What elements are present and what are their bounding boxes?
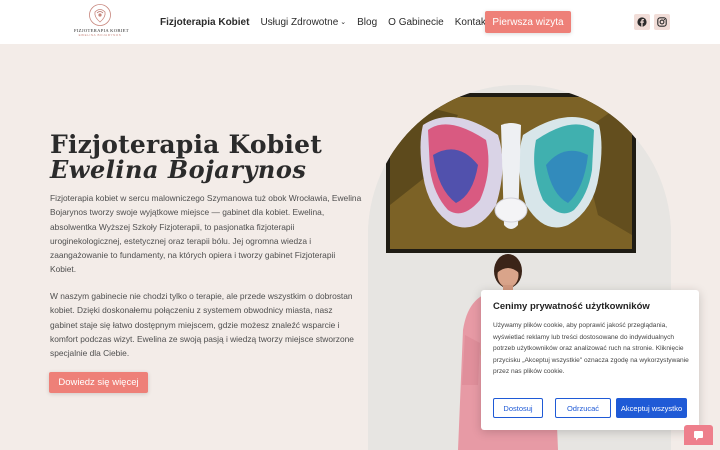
first-visit-button[interactable]: Pierwsza wizyta: [485, 11, 571, 33]
learn-more-button[interactable]: Dowiedz się więcej: [49, 372, 148, 393]
logo-emblem-icon: [89, 4, 111, 26]
cookie-title: Cenimy prywatność użytkowników: [493, 301, 650, 312]
nav-item-o-gabinecie[interactable]: O Gabinecie: [388, 17, 444, 28]
chevron-down-icon: ⌄: [340, 18, 347, 26]
nav-item-label: Usługi Zdrowotne: [260, 16, 339, 28]
cookie-customize-button[interactable]: Dostosuj: [493, 398, 543, 418]
cookie-reject-button[interactable]: Odrzucać: [555, 398, 611, 418]
chat-icon: [694, 430, 703, 440]
cookie-consent-banner: Cenimy prywatność użytkowników Używamy p…: [481, 290, 699, 430]
nav-item-fizjoterapia-kobiet[interactable]: Fizjoterapia Kobiet: [160, 17, 249, 28]
cookie-text: Używamy plików cookie, aby poprawić jako…: [493, 322, 689, 375]
hero-paragraph-1: Fizjoterapia kobiet w sercu malowniczego…: [50, 193, 362, 275]
instagram-icon[interactable]: [654, 14, 670, 30]
chat-widget-button[interactable]: [684, 425, 713, 445]
cookie-accept-all-button[interactable]: Akceptuj wszystko: [616, 398, 687, 418]
facebook-icon[interactable]: [634, 14, 650, 30]
site-header: FIZJOTERAPIA KOBIET EWELINA BOJARYNOS Fi…: [0, 0, 720, 44]
nav-item-kontakt[interactable]: Kontakt: [455, 17, 489, 28]
nav-item-uslugi-zdrowotne[interactable]: Usługi Zdrowotne ⌄: [260, 17, 346, 28]
nav-item-blog[interactable]: Blog: [357, 17, 377, 28]
main-nav: Fizjoterapia Kobiet Usługi Zdrowotne ⌄ Bl…: [160, 15, 500, 29]
cookie-buttons: Dostosuj Odrzucać Akceptuj wszystko: [493, 398, 687, 418]
hero-paragraph-2: W naszym gabinecie nie chodzi tylko o te…: [50, 291, 354, 359]
hero-subtitle: Ewelina Bojarynos: [50, 155, 307, 184]
logo-subtitle: EWELINA BOJARYNOS: [78, 33, 122, 37]
site-logo[interactable]: FIZJOTERAPIA KOBIET EWELINA BOJARYNOS: [74, 3, 129, 41]
